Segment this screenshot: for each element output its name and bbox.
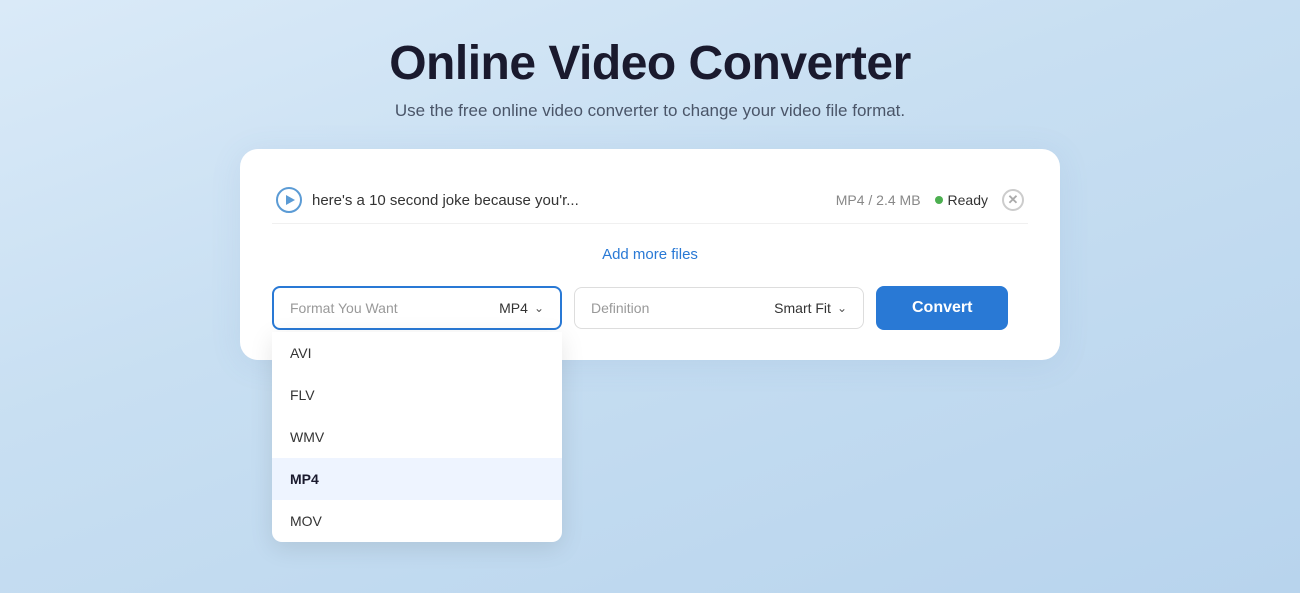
play-triangle (286, 195, 295, 205)
remove-file-button[interactable]: ✕ (1002, 189, 1024, 211)
file-status: Ready (935, 192, 988, 208)
format-label: Format You Want (290, 300, 398, 316)
format-option-wmv[interactable]: WMV (272, 416, 562, 458)
status-dot (935, 196, 943, 204)
page-header: Online Video Converter Use the free onli… (0, 0, 1300, 149)
format-selected-value: MP4 (499, 300, 528, 316)
definition-selected-value: Smart Fit (774, 300, 831, 316)
format-option-avi[interactable]: AVI (272, 332, 562, 374)
play-icon (276, 187, 302, 213)
format-option-flv[interactable]: FLV (272, 374, 562, 416)
definition-chevron-down-icon: ⌄ (837, 301, 847, 315)
file-row: here's a 10 second joke because you'r...… (272, 177, 1028, 224)
format-select-button[interactable]: Format You Want MP4 ⌄ (272, 286, 562, 330)
definition-value-chevron: Smart Fit ⌄ (774, 300, 847, 316)
chevron-down-icon: ⌄ (534, 301, 544, 315)
page-subtitle: Use the free online video converter to c… (20, 101, 1280, 121)
add-more-files-link[interactable]: Add more files (602, 246, 698, 263)
file-info-right: MP4 / 2.4 MB Ready ✕ (836, 189, 1024, 211)
format-dropdown: AVI FLV WMV MP4 MOV (272, 332, 562, 542)
file-meta: MP4 / 2.4 MB (836, 192, 921, 208)
format-option-mov[interactable]: MOV (272, 500, 562, 542)
file-info-left: here's a 10 second joke because you'r... (276, 187, 579, 213)
controls-row: Format You Want MP4 ⌄ AVI FLV WMV MP4 MO… (272, 286, 1028, 330)
format-value-chevron: MP4 ⌄ (499, 300, 544, 316)
format-option-mp4[interactable]: MP4 (272, 458, 562, 500)
definition-label: Definition (591, 300, 649, 316)
add-files-section: Add more files (272, 238, 1028, 282)
file-name: here's a 10 second joke because you'r... (312, 192, 579, 209)
definition-select-button[interactable]: Definition Smart Fit ⌄ (574, 287, 864, 329)
convert-button[interactable]: Convert (876, 286, 1008, 330)
format-select-wrapper: Format You Want MP4 ⌄ AVI FLV WMV MP4 MO… (272, 286, 562, 330)
status-label: Ready (948, 192, 988, 208)
main-card: here's a 10 second joke because you'r...… (240, 149, 1060, 360)
page-title: Online Video Converter (20, 36, 1280, 91)
